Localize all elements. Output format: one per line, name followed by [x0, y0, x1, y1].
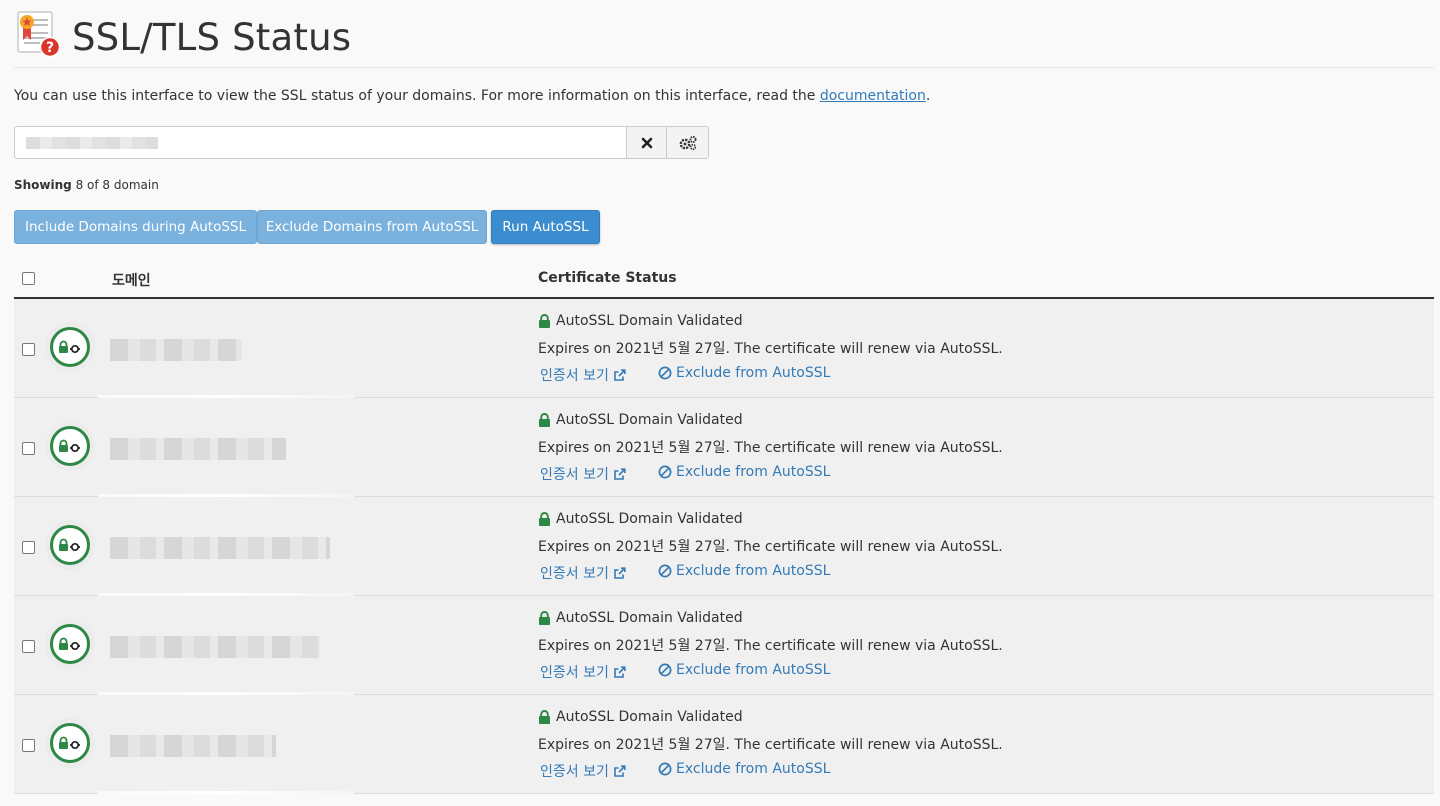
ssl-tls-status-page: ? SSL/TLS Status You can use this interf… [0, 0, 1440, 806]
table-row: AutoSSL Domain Validated Expires on 2021… [14, 299, 1434, 399]
external-link-icon [614, 467, 626, 480]
ban-icon [658, 366, 672, 380]
domain-name-redacted [110, 537, 330, 559]
showing-count-text: 8 of 8 domain [75, 178, 159, 192]
table-row: AutoSSL Domain Validated Expires on 2021… [14, 695, 1434, 795]
exclude-from-autossl-link[interactable]: Exclude from AutoSSL [658, 761, 830, 777]
clear-search-button[interactable] [626, 126, 667, 159]
ssl-status-icon [50, 327, 90, 367]
ssl-status-icon [50, 624, 90, 664]
expiry-text: Expires on 2021년 5월 27일. The certificate… [538, 737, 1003, 753]
status-title: AutoSSL Domain Validated [556, 511, 743, 527]
intro-text: You can use this interface to view the S… [14, 88, 930, 104]
exclude-from-autossl-link[interactable]: Exclude from AutoSSL [658, 662, 830, 678]
view-certificate-link[interactable]: 인증서 보기 [540, 662, 626, 682]
row-checkbox[interactable] [22, 541, 35, 554]
run-autossl-button[interactable]: Run AutoSSL [491, 210, 600, 244]
exclude-domains-button[interactable]: Exclude Domains from AutoSSL [257, 210, 487, 244]
exclude-from-autossl-link[interactable]: Exclude from AutoSSL [658, 464, 830, 480]
row-checkbox[interactable] [22, 640, 35, 653]
ssl-status-icon [50, 525, 90, 565]
intro-suffix: . [925, 88, 931, 104]
view-certificate-label: 인증서 보기 [540, 467, 609, 483]
exclude-label: Exclude from AutoSSL [676, 563, 831, 579]
intro-body: You can use this interface to view the S… [14, 88, 820, 104]
exclude-from-autossl-link[interactable]: Exclude from AutoSSL [658, 365, 830, 381]
ssl-status-icon [50, 426, 90, 466]
row-checkbox[interactable] [22, 442, 35, 455]
view-certificate-link[interactable]: 인증서 보기 [540, 365, 626, 385]
lock-icon [539, 413, 550, 427]
external-link-icon [614, 566, 626, 579]
close-icon [641, 137, 652, 148]
domain-name-redacted [110, 438, 286, 460]
table-row: AutoSSL Domain Validated Expires on 2021… [14, 497, 1434, 597]
expiry-text: Expires on 2021년 5월 27일. The certificate… [538, 539, 1003, 555]
select-all-checkbox[interactable] [22, 272, 35, 285]
external-link-icon [614, 764, 626, 777]
certificate-question-icon: ? [17, 10, 61, 58]
column-header-domain[interactable]: 도메인 [112, 270, 151, 290]
search-group [14, 126, 709, 159]
exclude-label: Exclude from AutoSSL [676, 464, 831, 480]
exclude-label: Exclude from AutoSSL [676, 365, 831, 381]
row-checkbox[interactable] [22, 343, 35, 356]
gears-icon [679, 135, 696, 150]
expiry-text: Expires on 2021년 5월 27일. The certificate… [538, 638, 1003, 654]
certificate-status: AutoSSL Domain Validated [538, 610, 743, 626]
ban-icon [658, 564, 672, 578]
ban-icon [658, 465, 672, 479]
expiry-text: Expires on 2021년 5월 27일. The certificate… [538, 341, 1003, 357]
status-title: AutoSSL Domain Validated [556, 313, 743, 329]
page-header: ? SSL/TLS Status [14, 8, 1434, 68]
exclude-from-autossl-link[interactable]: Exclude from AutoSSL [658, 563, 830, 579]
showing-count: Showing 8 of 8 domain [14, 178, 159, 192]
exclude-label: Exclude from AutoSSL [676, 662, 831, 678]
lock-icon [539, 314, 550, 328]
domain-name-redacted [110, 339, 242, 361]
expiry-text: Expires on 2021년 5월 27일. The certificate… [538, 440, 1003, 456]
row-checkbox[interactable] [22, 739, 35, 752]
view-certificate-label: 인증서 보기 [540, 665, 609, 681]
status-title: AutoSSL Domain Validated [556, 709, 743, 725]
table-row: AutoSSL Domain Validated Expires on 2021… [14, 398, 1434, 498]
column-header-status[interactable]: Certificate Status [538, 270, 677, 286]
table-header: 도메인 Certificate Status [14, 260, 1434, 299]
svg-text:?: ? [46, 40, 54, 56]
status-title: AutoSSL Domain Validated [556, 610, 743, 626]
table-row: AutoSSL Domain Validated Expires on 2021… [14, 596, 1434, 696]
view-certificate-label: 인증서 보기 [540, 566, 609, 582]
lock-icon [539, 710, 550, 724]
view-certificate-link[interactable]: 인증서 보기 [540, 761, 626, 781]
view-certificate-label: 인증서 보기 [540, 764, 609, 780]
certificate-status: AutoSSL Domain Validated [538, 313, 743, 329]
view-certificate-label: 인증서 보기 [540, 368, 609, 384]
search-redacted-text [26, 137, 158, 149]
table-body: AutoSSL Domain Validated Expires on 2021… [14, 299, 1434, 795]
certificate-status: AutoSSL Domain Validated [538, 511, 743, 527]
external-link-icon [614, 368, 626, 381]
certificate-status: AutoSSL Domain Validated [538, 412, 743, 428]
page-title: SSL/TLS Status [72, 16, 352, 59]
ban-icon [658, 663, 672, 677]
ssl-status-icon [50, 723, 90, 763]
domain-name-redacted [110, 735, 276, 757]
exclude-label: Exclude from AutoSSL [676, 761, 831, 777]
external-link-icon [614, 665, 626, 678]
row-divider-blur [98, 791, 354, 795]
ban-icon [658, 762, 672, 776]
search-settings-button[interactable] [666, 126, 709, 159]
certificate-status: AutoSSL Domain Validated [538, 709, 743, 725]
domain-name-redacted [110, 636, 320, 658]
view-certificate-link[interactable]: 인증서 보기 [540, 464, 626, 484]
lock-icon [539, 512, 550, 526]
documentation-link[interactable]: documentation [820, 88, 926, 104]
view-certificate-link[interactable]: 인증서 보기 [540, 563, 626, 583]
lock-icon [539, 611, 550, 625]
domains-table: 도메인 Certificate Status AutoSSL Domain Va… [14, 260, 1434, 795]
include-domains-button[interactable]: Include Domains during AutoSSL [14, 210, 257, 244]
showing-label: Showing [14, 178, 72, 192]
status-title: AutoSSL Domain Validated [556, 412, 743, 428]
